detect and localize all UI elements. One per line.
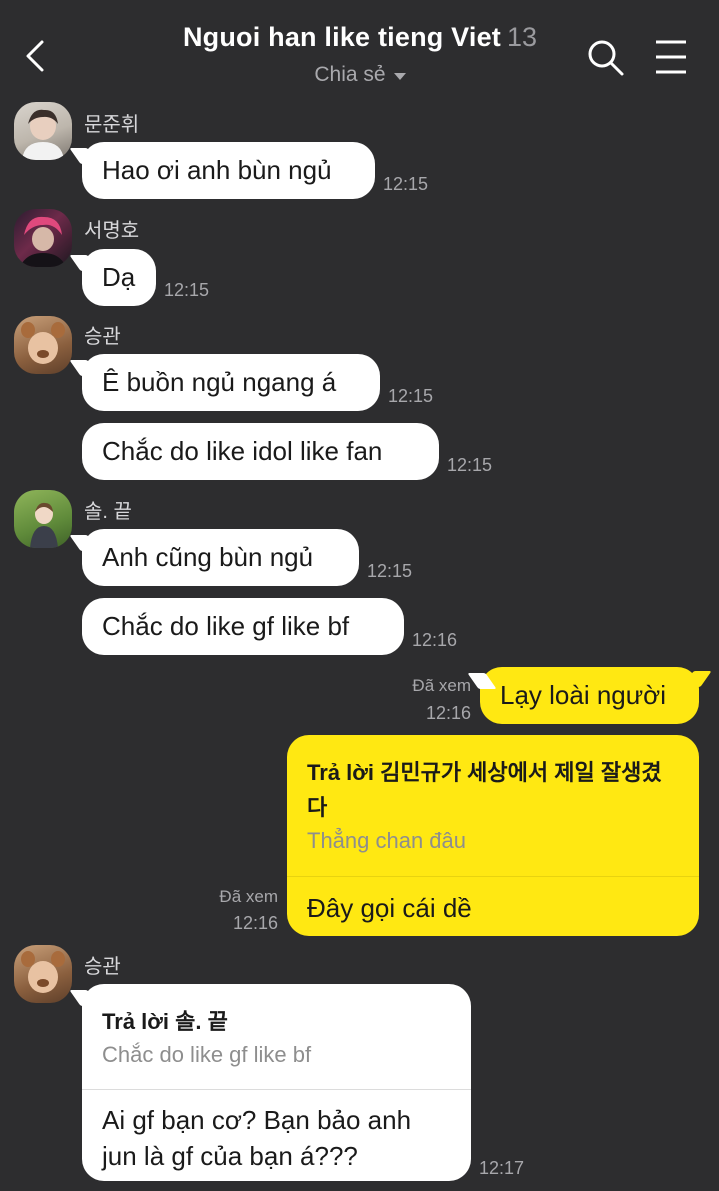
reply-reference[interactable]: Trả lời 김민규가 세상에서 제일 잘생겼다 Thẳng chan đâu <box>307 755 679 857</box>
sender-name: 서명호 <box>84 220 140 242</box>
message-text: Ai gf bạn cơ? Bạn bảo anh jun là gf của … <box>102 1102 411 1174</box>
search-icon[interactable] <box>586 38 626 78</box>
member-count: 13 <box>507 22 538 52</box>
chat-title-area[interactable]: Nguoi han like tieng Viet 13 Chia sẻ <box>140 22 580 87</box>
message-bubble[interactable]: Dạ <box>82 249 156 306</box>
avatar-image <box>20 216 66 267</box>
chat-header: Nguoi han like tieng Viet 13 Chia sẻ <box>0 0 719 100</box>
chevron-left-icon[interactable] <box>22 38 50 74</box>
reply-message[interactable]: Trả lời 솔. 끝 Chắc do like gf like bf Ai … <box>82 984 471 1181</box>
message-time: 12:16 <box>412 630 458 650</box>
message-text: Dạ <box>102 262 136 292</box>
message-text: Anh cũng bùn ngủ <box>102 542 314 572</box>
message-bubble[interactable]: Chắc do like gf like bf <box>82 598 404 655</box>
message-text: Chắc do like idol like fan <box>102 436 383 466</box>
message-time: 12:15 <box>383 174 429 194</box>
chat-title: Nguoi han like tieng Viet <box>182 22 501 52</box>
avatar-sol[interactable] <box>14 490 72 548</box>
avatar-moon-junhui[interactable] <box>14 102 72 160</box>
message-bubble[interactable]: Chắc do like idol like fan <box>82 423 439 480</box>
share-dropdown[interactable]: Chia sẻ <box>314 63 406 87</box>
hamburger-menu-icon[interactable] <box>654 38 688 76</box>
avatar-image <box>21 951 65 993</box>
reply-reference[interactable]: Trả lời 솔. 끝 Chắc do like gf like bf <box>102 1004 452 1071</box>
message-text: Lạy loài người <box>500 680 666 710</box>
avatar-image <box>21 322 65 364</box>
message-text-line: jun là gf của bạn á??? <box>102 1141 358 1171</box>
message-bubble[interactable]: Ê buồn ngủ ngang á <box>82 354 380 411</box>
caret-down-icon <box>393 73 406 80</box>
message-time: 12:15 <box>388 386 434 406</box>
message-time: 12:15 <box>367 561 413 581</box>
read-receipt: Đã xem <box>412 676 471 695</box>
sender-name: 승관 <box>84 326 121 348</box>
reply-quote: Thẳng chan đâu <box>307 828 467 853</box>
read-receipt: Đã xem <box>219 887 278 906</box>
avatar-image <box>22 109 64 160</box>
reply-divider <box>287 876 699 877</box>
reply-divider <box>82 1089 471 1090</box>
message-time: 12:15 <box>447 455 493 475</box>
my-message-bubble[interactable]: Lạy loài người <box>480 667 699 724</box>
share-label: Chia sẻ <box>314 63 386 86</box>
message-time: 12:17 <box>479 1158 525 1178</box>
reply-quote: Chắc do like gf like bf <box>102 1042 312 1067</box>
message-text: Chắc do like gf like bf <box>102 611 350 641</box>
message-text-line: Ai gf bạn cơ? Bạn bảo anh <box>102 1105 412 1135</box>
avatar-seungkwan[interactable] <box>14 316 72 374</box>
message-time: 12:16 <box>232 913 278 933</box>
avatar-image <box>30 502 58 548</box>
message-time: 12:16 <box>425 703 471 723</box>
reply-to-label: Trả lời 김민규가 세상에서 제일 잘생겼다 <box>307 760 662 820</box>
message-text: Ê buồn ngủ ngang á <box>102 367 337 397</box>
sender-name: 솔. 끝 <box>84 501 132 523</box>
my-reply-message[interactable]: Trả lời 김민규가 세상에서 제일 잘생겼다 Thẳng chan đâu… <box>287 735 699 936</box>
avatar-seo-myungho[interactable] <box>14 209 72 267</box>
message-text: Hao ơi anh bùn ngủ <box>102 155 332 185</box>
message-bubble[interactable]: Anh cũng bùn ngủ <box>82 529 359 586</box>
message-text: Đây gọi cái dề <box>307 893 472 923</box>
message-bubble[interactable]: Hao ơi anh bùn ngủ <box>82 142 375 199</box>
reply-to-label: Trả lời 솔. 끝 <box>102 1009 228 1034</box>
message-time: 12:15 <box>164 280 210 300</box>
sender-name: 문준휘 <box>84 114 140 136</box>
sender-name: 승관 <box>84 956 121 978</box>
avatar-seungkwan[interactable] <box>14 945 72 1003</box>
